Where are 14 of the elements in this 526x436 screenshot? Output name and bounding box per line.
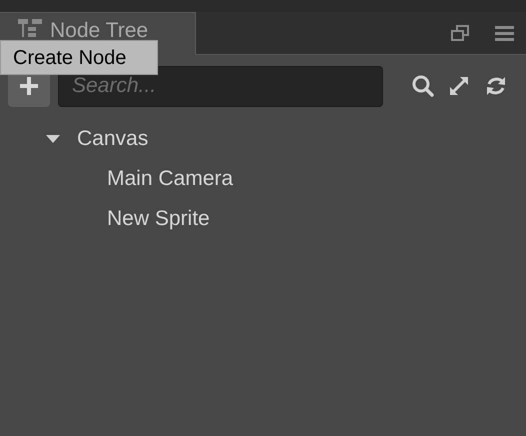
search-icon[interactable] — [412, 75, 434, 97]
tree-item[interactable]: Canvas — [77, 123, 148, 155]
tree-item[interactable]: Main Camera — [107, 163, 234, 195]
windows-icon[interactable] — [451, 25, 469, 41]
refresh-icon[interactable] — [484, 75, 507, 97]
plus-icon — [20, 77, 38, 95]
tooltip: Create Node — [0, 40, 158, 75]
tab-title: Node Tree — [50, 19, 148, 43]
caret-down-icon[interactable] — [46, 134, 60, 144]
menu-icon[interactable] — [495, 26, 514, 40]
search-field[interactable]: Search... — [58, 66, 383, 106]
tree-icon — [18, 19, 42, 37]
expand-icon[interactable] — [448, 75, 470, 97]
tree-item[interactable]: New Sprite — [107, 203, 210, 235]
